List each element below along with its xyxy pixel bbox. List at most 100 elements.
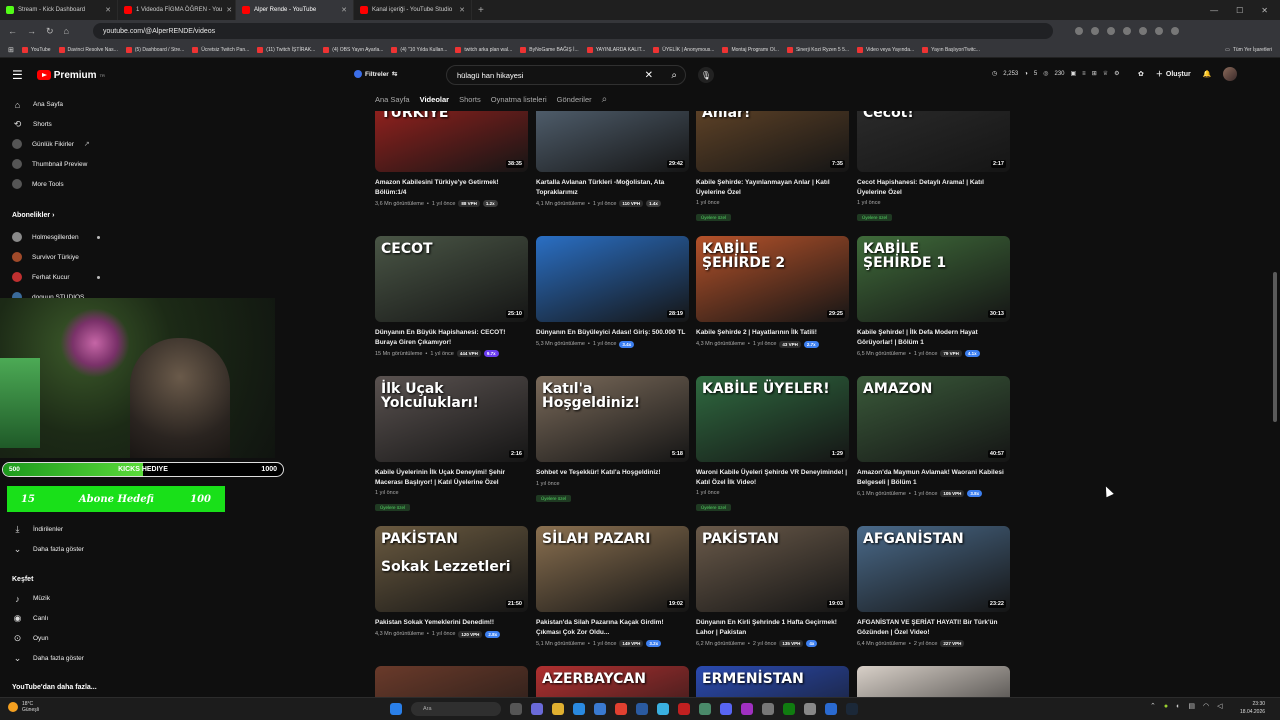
subscription-item[interactable]: Survivor Türkiye xyxy=(12,252,79,262)
taskbar-clock[interactable]: 23:30 18.04.2026 xyxy=(1240,700,1265,716)
video-thumbnail[interactable]: AMAZON TÜRKİYE 38:35 xyxy=(375,111,528,172)
browser-tab[interactable]: 1 Videoda FİGMA ÖĞREN - You ✕ xyxy=(118,0,236,20)
video-card[interactable]: 28:19 Dünyanın En Büyüleyici Adası! Giri… xyxy=(536,236,689,348)
video-card[interactable]: PAKİSTAN Sokak Lezzetleri 21:50 Pakistan… xyxy=(375,526,528,638)
browser-tab[interactable]: Kanal içeriği - YouTube Studio ✕ xyxy=(354,0,472,20)
video-card[interactable]: Katıl Özel Cecot! 2:17 Cecot Hapishanesi… xyxy=(857,111,1010,224)
search-icon[interactable]: ⌕ xyxy=(671,70,677,81)
extension-icon[interactable]: ▣ xyxy=(1071,70,1077,77)
browser-tab[interactable]: Alper Rende - YouTube ✕ xyxy=(236,0,354,20)
app-icon[interactable] xyxy=(804,703,816,715)
video-card[interactable]: İlk Uçak Yolculukları! 2:16 Kabile Üyele… xyxy=(375,376,528,514)
video-thumbnail[interactable]: Katıl'a Hoşgeldiniz! 5:18 xyxy=(536,376,689,462)
bookmark-item[interactable]: Video veya Yayında... xyxy=(857,46,914,53)
subscriptions-heading[interactable]: Abonelikler › xyxy=(12,212,54,219)
video-thumbnail[interactable]: SİLAH PAZARI 19:02 xyxy=(536,526,689,612)
browser-tab[interactable]: Stream - Kick Dashboard ✕ xyxy=(0,0,118,20)
minimize-button[interactable]: — xyxy=(1210,6,1218,15)
close-tab-icon[interactable]: ✕ xyxy=(341,6,347,14)
copilot-icon[interactable] xyxy=(531,703,543,715)
video-thumbnail[interactable]: Katıl Özel Cecot! 2:17 xyxy=(857,111,1010,172)
channel-tab[interactable]: Gönderiler xyxy=(557,95,592,104)
video-thumbnail[interactable]: KABİLE ÜYELER! 1:29 xyxy=(696,376,849,462)
scrollbar-thumb[interactable] xyxy=(1273,272,1277,422)
notifications-bell-icon[interactable]: 🔔 xyxy=(1203,70,1212,78)
channel-tab[interactable]: Videolar xyxy=(420,95,449,104)
close-tab-icon[interactable]: ✕ xyxy=(226,6,232,14)
video-thumbnail[interactable]: KABİLE ŞEHİRDE 2 29:25 xyxy=(696,236,849,322)
home-icon[interactable]: ⌂ xyxy=(64,26,69,36)
video-title[interactable]: Kabile Şehirde! | İlk Defa Modern Hayat … xyxy=(857,328,1010,347)
sidebar-item-home[interactable]: ⌂ Ana Sayfa xyxy=(12,99,63,110)
tray-app-icon[interactable]: ▤ xyxy=(1188,702,1195,710)
video-thumbnail[interactable]: AMAZON 40:57 xyxy=(857,376,1010,462)
video-title[interactable]: Dünyanın En Büyüleyici Adası! Giriş: 500… xyxy=(536,328,689,338)
video-title[interactable]: Pakistan'da Silah Pazarına Kaçak Girdim!… xyxy=(536,618,689,637)
video-thumbnail[interactable]: Yayınlanmayan Anlar! 7:35 xyxy=(696,111,849,172)
wifi-icon[interactable]: ◠ xyxy=(1203,702,1209,710)
app-icon[interactable] xyxy=(825,703,837,715)
sidebar-item-live[interactable]: ◉ Canlı xyxy=(12,613,49,624)
video-title[interactable]: Dünyanın En Büyük Hapishanesi: CECOT! Bu… xyxy=(375,328,528,347)
all-bookmarks-button[interactable]: ▭ Tüm Yer İşaretleri xyxy=(1225,47,1280,53)
video-thumbnail[interactable]: AZERBAYCAN xyxy=(536,666,689,701)
discord-icon[interactable] xyxy=(720,703,732,715)
apps-grid-icon[interactable]: ⊞ xyxy=(8,46,14,54)
subscription-item[interactable]: Ferhat Kucur xyxy=(12,272,70,282)
extension-icon[interactable] xyxy=(1090,27,1099,35)
video-card[interactable]: SİLAH PAZARI 19:02 Pakistan'da Silah Paz… xyxy=(536,526,689,647)
search-input[interactable]: hülagü han hikayesi ✕ ⌕ xyxy=(446,65,686,85)
video-thumbnail[interactable]: KABİLE ŞEHİRDE 1 30:13 xyxy=(857,236,1010,322)
video-card[interactable]: KABİLE ŞEHİRDE 2 29:25 Kabile Şehirde 2 … xyxy=(696,236,849,348)
video-thumbnail[interactable]: PAKİSTAN Sokak Lezzetleri 21:50 xyxy=(375,526,528,612)
bookmark-item[interactable]: (4) "10 Yılda Kullan... xyxy=(391,46,447,53)
video-card[interactable]: AMAZON TÜRKİYE 38:35 Amazon Kabilesini T… xyxy=(375,111,528,207)
subscription-item[interactable]: Holmesgillerden xyxy=(12,232,79,242)
start-icon[interactable] xyxy=(390,703,402,715)
forward-icon[interactable]: → xyxy=(27,26,36,36)
url-field[interactable]: youtube.com/@AlperRENDE/videos xyxy=(92,23,1053,39)
video-card[interactable]: KABİLE ÜYELER! 1:29 Waroni Kabile Üyeler… xyxy=(696,376,849,514)
reload-icon[interactable]: ↻ xyxy=(46,26,54,37)
video-card[interactable]: KABİLE ŞEHİRDE 1 30:13 Kabile Şehirde! |… xyxy=(857,236,1010,357)
filters-button[interactable]: Filtreler ⇆ xyxy=(354,66,397,82)
store-icon[interactable] xyxy=(594,703,606,715)
youtube-logo[interactable]: Premium TR xyxy=(36,70,105,81)
video-title[interactable]: Pakistan Sokak Yemeklerini Denedim!! xyxy=(375,618,528,628)
bookmark-item[interactable]: (4) OBS Yayın Ayarla... xyxy=(323,46,383,53)
video-card[interactable]: AMAZON 40:57 Amazon'da Maymun Avlamak! W… xyxy=(857,376,1010,497)
page-scrollbar[interactable] xyxy=(1272,92,1278,692)
grid-icon[interactable]: ⊞ xyxy=(1092,70,1097,77)
app-icon[interactable] xyxy=(657,703,669,715)
app-icon[interactable] xyxy=(762,703,774,715)
video-title[interactable]: Kabile Üyelerinin İlk Uçak Deneyimi! Şeh… xyxy=(375,468,528,487)
list-icon[interactable]: ≡ xyxy=(1082,71,1086,77)
bookmark-item[interactable]: Yayın Başlıyor/Twitc... xyxy=(922,46,980,53)
app-icon[interactable] xyxy=(699,703,711,715)
maximize-button[interactable]: ☐ xyxy=(1236,6,1243,15)
sidebar-item-shorts[interactable]: ⟲ Shorts xyxy=(12,119,52,130)
settings-icon[interactable]: ⚙ xyxy=(1114,70,1119,77)
app-icon[interactable] xyxy=(741,703,753,715)
video-card[interactable]: AZERBAYCAN xyxy=(536,666,689,701)
video-title[interactable]: Cecot Hapishanesi: Detaylı Arama! | Katı… xyxy=(857,178,1010,197)
video-card[interactable]: 29:42 Kartalla Avlanan Türkleri -Moğolis… xyxy=(536,111,689,207)
sidebar-item-show-more[interactable]: ⌄ Daha fazla göster xyxy=(12,544,84,555)
close-tab-icon[interactable]: ✕ xyxy=(459,6,465,14)
profile-icon[interactable] xyxy=(1170,27,1179,35)
sidebar-item-downloads[interactable]: ⤓ İndirilenler xyxy=(12,524,64,535)
video-card[interactable] xyxy=(375,666,528,701)
menu-icon[interactable]: ☰ xyxy=(12,68,23,82)
weather-widget[interactable]: 18°C Güneşli xyxy=(8,701,39,713)
bookmark-item[interactable]: (11) Twitch İŞTİRAK... xyxy=(257,46,315,53)
chevron-up-icon[interactable]: ⌃ xyxy=(1150,702,1156,710)
bookmark-item[interactable]: YAYINLARDA KALIT... xyxy=(586,46,645,53)
sidebar-item-gaming[interactable]: ⊙ Oyun xyxy=(12,633,49,644)
back-icon[interactable]: ← xyxy=(8,26,17,36)
bookmark-item[interactable]: twitch arka plan wal... xyxy=(455,46,512,53)
edge-icon[interactable] xyxy=(573,703,585,715)
video-title[interactable]: Sohbet ve Teşekkür! Katıl'a Hoşgeldiniz! xyxy=(536,468,689,478)
microphone-icon[interactable]: 🎙 xyxy=(698,67,714,83)
sidebar-item-thumbnail-preview[interactable]: Thumbnail Preview xyxy=(12,159,87,169)
file-explorer-icon[interactable] xyxy=(552,703,564,715)
